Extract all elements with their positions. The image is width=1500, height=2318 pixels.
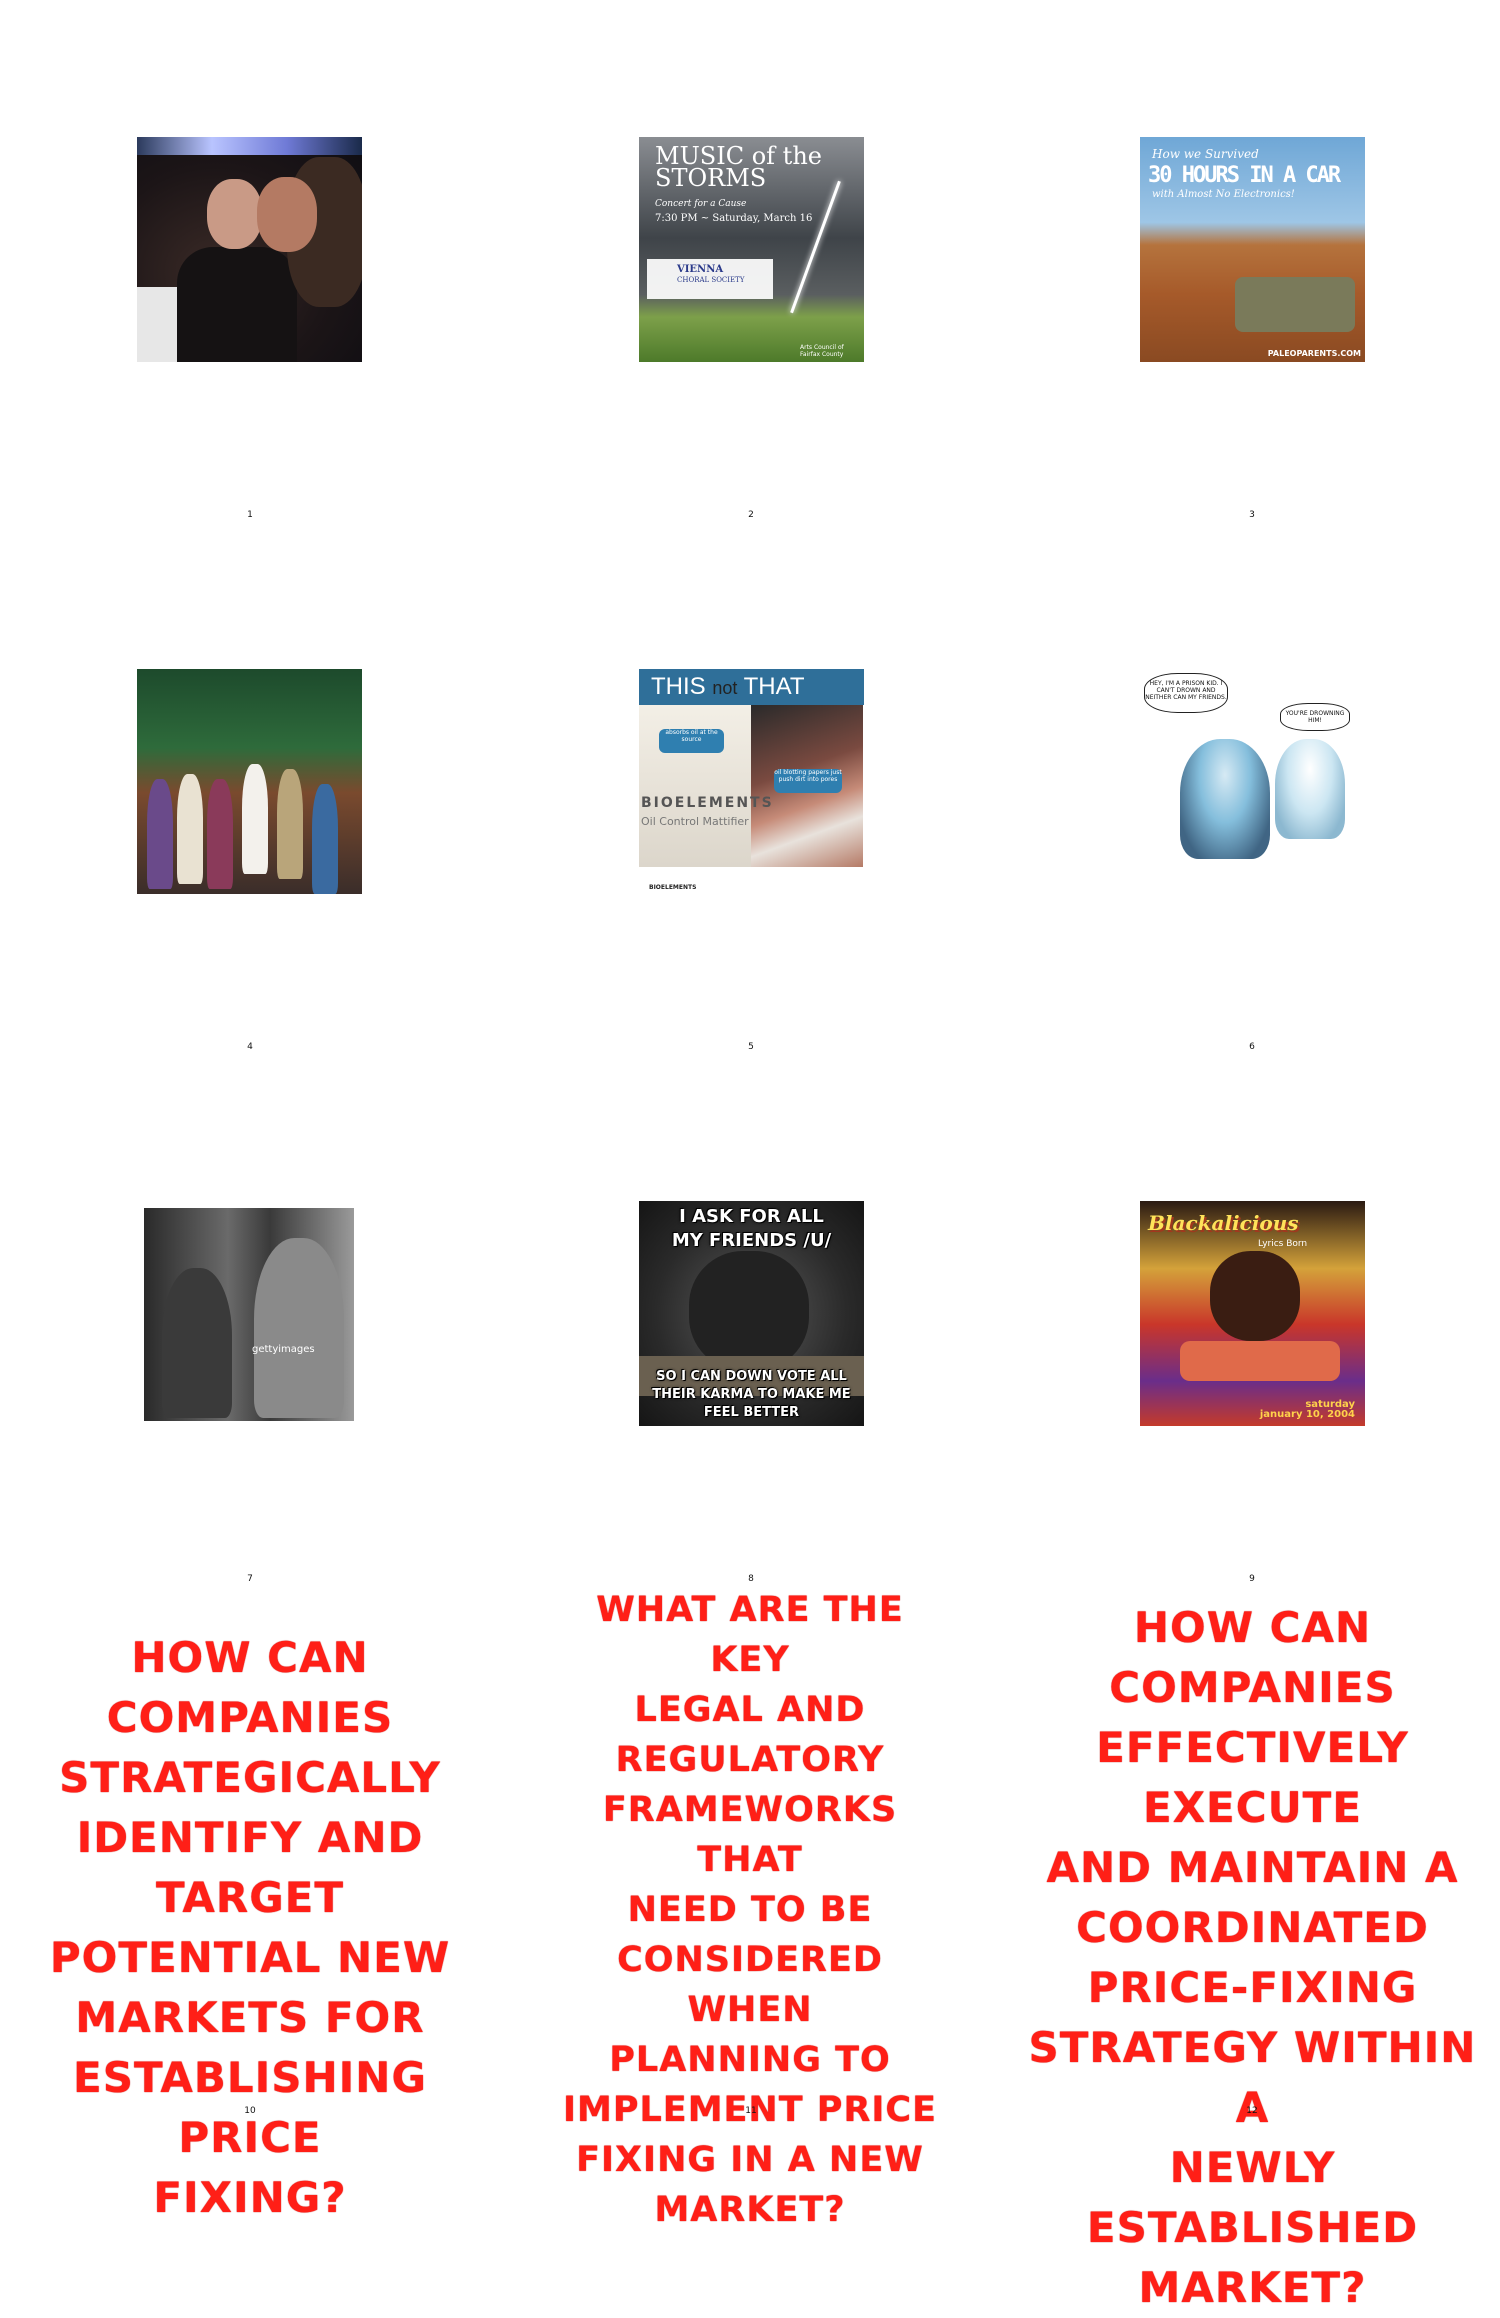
text-line: COORDINATED — [1076, 1903, 1429, 1952]
panel-number: 2 — [748, 510, 754, 520]
station-wagon — [1235, 277, 1355, 332]
panel-number: 11 — [745, 2106, 757, 2116]
date-line2: january 10, 2004 — [1259, 1409, 1355, 1420]
panel-9-image: Blackalicious Lyrics Born saturday janua… — [1140, 1201, 1365, 1426]
person — [277, 769, 303, 879]
panel-5-image: THIS not THAT absorbs oil at the source … — [639, 669, 864, 894]
org-line2: CHORAL SOCIETY — [677, 276, 745, 284]
text-line: FIXING IN A NEW — [576, 2140, 924, 2180]
poster-subtitle: Concert for a Cause — [655, 199, 747, 209]
watermark: gettyimages — [252, 1344, 315, 1355]
woman-face — [257, 177, 317, 252]
text-panel-11: WHAT ARE THE KEY LEGAL AND REGULATORY FR… — [560, 1585, 940, 2235]
bubble-right: oil blotting papers just push dirt into … — [774, 769, 842, 793]
text-line: NEWLY ESTABLISHED — [1086, 2143, 1419, 2252]
person — [242, 764, 268, 874]
panel-number: 9 — [1249, 1574, 1255, 1584]
meme-bottom-text: SO I CAN DOWN VOTE ALL THEIR KARMA TO MA… — [652, 1369, 851, 1420]
panel-number: 12 — [1246, 2106, 1258, 2116]
text-line: HOW CAN COMPANIES — [1109, 1603, 1396, 1712]
site-url: PALEOPARENTS.COM — [1267, 349, 1361, 358]
ad-header: THIS not THAT — [639, 669, 864, 705]
bear — [689, 1251, 809, 1371]
panel-2-image: MUSIC of the STORMS Concert for a Cause … — [639, 137, 864, 362]
person — [177, 774, 203, 884]
text-line: NEED TO BE — [627, 1890, 873, 1930]
text-line: PLANNING TO — [609, 2040, 891, 2080]
text-line: FIXING? — [153, 2173, 347, 2222]
woman-figure — [162, 1268, 232, 1418]
poster-title: MUSIC of the STORMS — [655, 144, 822, 192]
person — [147, 779, 173, 889]
text-panel-10: HOW CAN COMPANIES STRATEGICALLY IDENTIFY… — [10, 1628, 490, 2228]
text-panel-12: HOW CAN COMPANIES EFFECTIVELY EXECUTE AN… — [1010, 1598, 1495, 2318]
org-line1: VIENNA — [677, 264, 724, 275]
meme-top-text: I ASK FOR ALL MY FRIENDS /U/ — [671, 1206, 832, 1251]
poster-title-line2: STORMS — [655, 164, 767, 192]
artist-face — [1210, 1251, 1300, 1341]
text-line: MARKETS FOR — [75, 1993, 425, 2042]
poster-date: 7:30 PM ~ Saturday, March 16 — [655, 213, 813, 224]
panel-number: 7 — [247, 1574, 253, 1584]
poster-footer: Arts Council of Fairfax County — [800, 344, 844, 358]
panel-number: 4 — [247, 1042, 253, 1052]
text-line: CONSIDERED WHEN — [617, 1940, 883, 2030]
bubble-left: absorbs oil at the source — [659, 729, 724, 753]
poster-subtitle: Lyrics Born — [1258, 1239, 1308, 1249]
panel-6-image: HEY, I'M A PRISON KID. I CAN'T DROWN AND… — [1140, 669, 1365, 894]
text-line: MARKET? — [1138, 2263, 1367, 2312]
text-line: IDENTIFY AND TARGET — [76, 1813, 424, 1922]
text-line: FRAMEWORKS THAT — [602, 1790, 898, 1880]
text-line: MARKET? — [654, 2190, 846, 2230]
person — [207, 779, 233, 889]
footer-brand: BIOELEMENTS — [649, 884, 697, 891]
girl-figure — [1275, 739, 1345, 839]
person — [312, 784, 338, 894]
poster-date: saturday january 10, 2004 — [1260, 1400, 1355, 1420]
text-line: REGULATORY — [615, 1740, 885, 1780]
panel-4-image — [137, 669, 362, 894]
headline-line1: How we Survived — [1152, 147, 1259, 161]
white-sofa — [137, 287, 182, 362]
panel-number: 10 — [244, 2106, 256, 2116]
panel-8-image: I ASK FOR ALL MY FRIENDS /U/ SO I CAN DO… — [639, 1201, 864, 1426]
text-line: LEGAL AND — [634, 1690, 866, 1730]
brand-label: BIOELEMENTS — [641, 795, 774, 811]
text-line: STRATEGY WITHIN A — [1028, 2023, 1477, 2132]
man-shirt — [177, 247, 297, 362]
panel-number: 6 — [1249, 1042, 1255, 1052]
text-line: HOW CAN COMPANIES — [106, 1633, 394, 1742]
text-line: AND MAINTAIN A — [1046, 1843, 1459, 1892]
speech-bubble-left: HEY, I'M A PRISON KID. I CAN'T DROWN AND… — [1144, 673, 1228, 713]
org-panel: VIENNA CHORAL SOCIETY — [647, 259, 773, 299]
vintage-car — [1180, 1341, 1340, 1381]
lightning-bolt — [790, 180, 841, 314]
text-line: WHAT ARE THE KEY — [596, 1590, 904, 1680]
panel-number: 5 — [748, 1042, 754, 1052]
text-line: POTENTIAL NEW — [49, 1933, 451, 1982]
panel-number: 1 — [247, 510, 253, 520]
text-line: PRICE-FIXING — [1087, 1963, 1418, 2012]
product-label: Oil Control Mattifier — [641, 815, 749, 828]
man-figure — [254, 1238, 344, 1418]
panel-number: 3 — [1249, 510, 1255, 520]
text-line: STRATEGICALLY — [59, 1753, 441, 1802]
header-not: not — [712, 678, 738, 698]
panel-1-image — [137, 137, 362, 362]
man-face — [207, 179, 262, 249]
speech-bubble-right: YOU'RE DROWNING HIM! — [1280, 703, 1350, 731]
header-this: THIS — [651, 673, 706, 700]
headline-line3: with Almost No Electronics! — [1152, 189, 1295, 200]
panel-3-image: How we Survived 30 HOURS IN A CAR with A… — [1140, 137, 1365, 362]
panel-7-image: gettyimages — [144, 1208, 354, 1421]
neon-light-strip — [137, 137, 362, 155]
boy-figure — [1180, 739, 1270, 859]
headline-line2: 30 HOURS IN A CAR — [1148, 163, 1341, 188]
poster-title: Blackalicious — [1148, 1211, 1299, 1235]
header-that: THAT — [743, 673, 805, 700]
text-line: EFFECTIVELY EXECUTE — [1096, 1723, 1409, 1832]
panel-number: 8 — [748, 1574, 754, 1584]
